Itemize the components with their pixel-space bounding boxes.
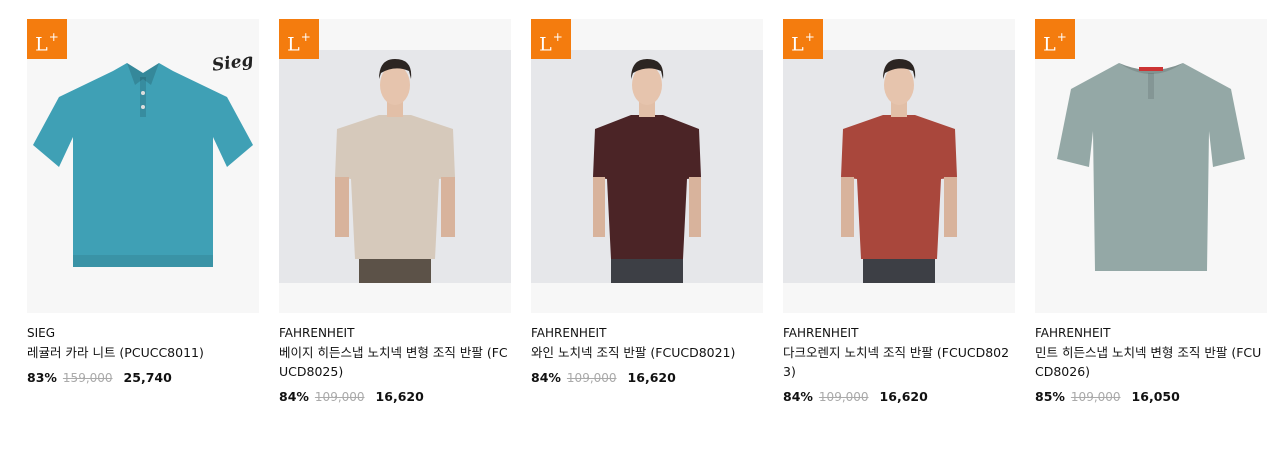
product-card[interactable]: L+ FAHRENHEIT 민트 히든스냅 노치넥 변형 조직 반팔 (FCUC…: [1035, 19, 1267, 404]
product-grid: L+ Sieg SIEG 레귤러 카라 니트 (PCUCC8011) 83% 1…: [27, 19, 1267, 404]
product-image[interactable]: L+: [783, 19, 1015, 313]
original-price: 109,000: [818, 390, 869, 404]
lplus-badge: L+: [279, 19, 319, 59]
discount-rate: 83%: [27, 370, 57, 385]
product-name[interactable]: 베이지 히든스냅 노치넥 변형 조직 반팔 (FCUCD8025): [279, 343, 511, 381]
price-row: 85% 109,000 16,050: [1035, 389, 1267, 404]
product-name[interactable]: 와인 노치넥 조직 반팔 (FCUCD8021): [531, 343, 763, 362]
product-brand: FAHRENHEIT: [279, 326, 355, 340]
tshirt-image: [1057, 63, 1245, 271]
original-price: 109,000: [314, 390, 365, 404]
lplus-badge: L+: [27, 19, 67, 59]
discount-rate: 84%: [279, 389, 309, 404]
product-card[interactable]: L+ Sieg SIEG 레귤러 카라 니트 (PCUCC8011) 83% 1…: [27, 19, 259, 404]
sale-price: 16,620: [375, 389, 424, 404]
model-photo: [841, 59, 957, 283]
lplus-badge: L+: [531, 19, 571, 59]
discount-rate: 85%: [1035, 389, 1065, 404]
original-price: 159,000: [62, 371, 113, 385]
lplus-badge: L+: [1035, 19, 1075, 59]
product-brand: FAHRENHEIT: [1035, 326, 1111, 340]
lplus-badge: L+: [783, 19, 823, 59]
price-row: 84% 109,000 16,620: [531, 370, 763, 385]
model-photo: [335, 59, 455, 283]
original-price: 109,000: [566, 371, 617, 385]
sale-price: 25,740: [123, 370, 172, 385]
price-row: 84% 109,000 16,620: [279, 389, 511, 404]
product-brand: FAHRENHEIT: [783, 326, 859, 340]
sale-price: 16,620: [879, 389, 928, 404]
polo-shirt-image: [33, 63, 253, 267]
product-image[interactable]: L+: [1035, 19, 1267, 313]
product-card[interactable]: L+ FAHRENHEIT 다크오렌지 노치넥 조직 반팔 (FCUCD8023…: [783, 19, 1015, 404]
original-price: 109,000: [1070, 390, 1121, 404]
product-name[interactable]: 레귤러 카라 니트 (PCUCC8011): [27, 343, 259, 362]
product-brand: SIEG: [27, 326, 56, 340]
product-brand: FAHRENHEIT: [531, 326, 607, 340]
model-photo: [593, 59, 701, 283]
product-name[interactable]: 민트 히든스냅 노치넥 변형 조직 반팔 (FCUCD8026): [1035, 343, 1267, 381]
product-image[interactable]: L+: [531, 19, 763, 313]
sale-price: 16,620: [627, 370, 676, 385]
price-row: 83% 159,000 25,740: [27, 370, 259, 385]
discount-rate: 84%: [783, 389, 813, 404]
product-image[interactable]: L+ Sieg: [27, 19, 259, 313]
product-image[interactable]: L+: [279, 19, 511, 313]
product-name[interactable]: 다크오렌지 노치넥 조직 반팔 (FCUCD8023): [783, 343, 1015, 381]
product-card[interactable]: L+ FAHRENHEIT 베이지 히든스냅 노치넥 변형 조직 반팔 (FCU…: [279, 19, 511, 404]
price-row: 84% 109,000 16,620: [783, 389, 1015, 404]
product-card[interactable]: L+ FAHRENHEIT 와인 노치넥 조직 반팔 (FCUCD8021) 8…: [531, 19, 763, 404]
sale-price: 16,050: [1131, 389, 1180, 404]
discount-rate: 84%: [531, 370, 561, 385]
